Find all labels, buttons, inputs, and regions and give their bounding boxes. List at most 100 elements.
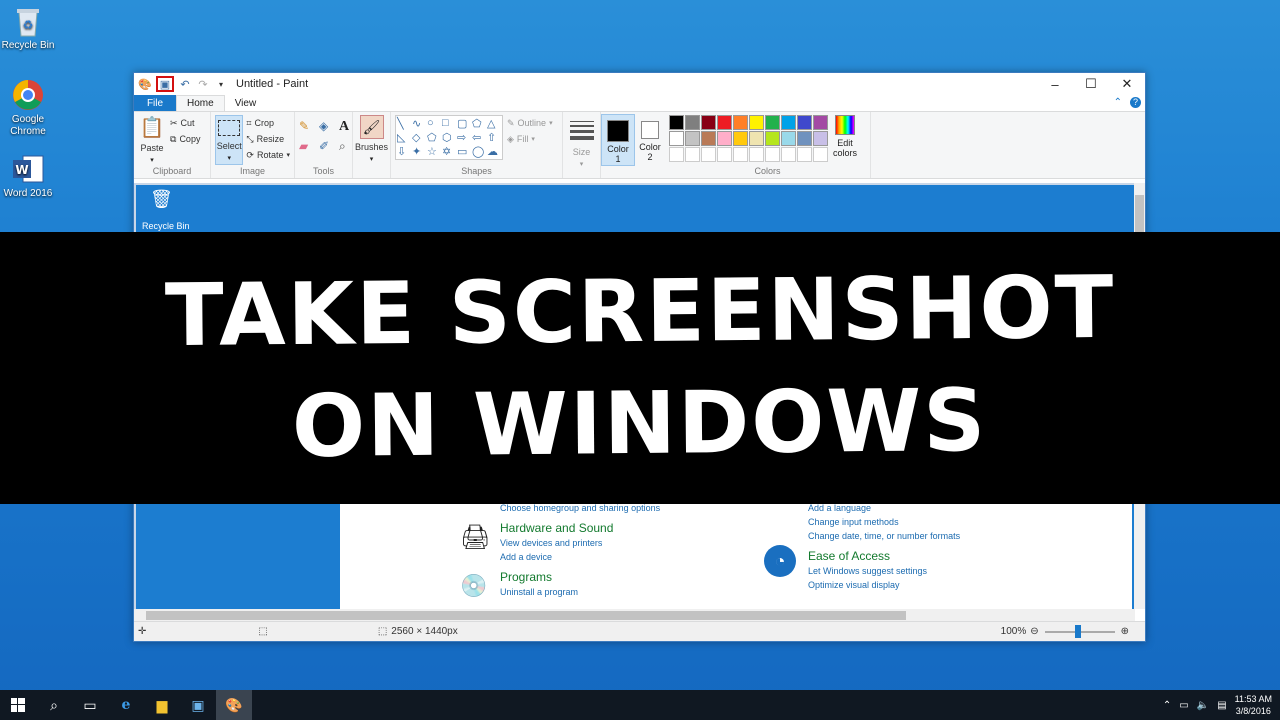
palette-swatch[interactable]: [749, 131, 764, 146]
desktop-icon-chrome[interactable]: Google Chrome: [0, 78, 56, 138]
zoom-out-button[interactable]: ⊖: [1030, 626, 1038, 637]
palette-swatch[interactable]: [669, 115, 684, 130]
maximize-button[interactable]: ☐: [1073, 73, 1109, 95]
palette-swatch[interactable]: [733, 115, 748, 130]
palette-swatch-custom[interactable]: [701, 147, 716, 162]
desktop-icon-word[interactable]: W Word 2016: [0, 152, 56, 200]
close-button[interactable]: ✕: [1109, 73, 1145, 95]
palette-swatch[interactable]: [717, 115, 732, 130]
zoom-in-button[interactable]: ⊕: [1121, 626, 1129, 637]
palette-swatch-custom[interactable]: [717, 147, 732, 162]
control-panel-icon[interactable]: ▣: [180, 690, 216, 720]
palette-swatch[interactable]: [813, 115, 828, 130]
palette-swatch-custom[interactable]: [797, 147, 812, 162]
outline-button[interactable]: ✎ Outline ▾: [507, 115, 553, 131]
network-icon[interactable]: ▭: [1179, 700, 1188, 711]
palette-swatch-custom[interactable]: [685, 147, 700, 162]
copy-button[interactable]: ⧉ Copy: [170, 131, 200, 147]
brushes-group[interactable]: 🖌 Brushes ▾: [353, 112, 391, 178]
palette-swatch[interactable]: [685, 131, 700, 146]
up-arrow-shape-icon[interactable]: ⇧: [487, 131, 501, 144]
curve-shape-icon[interactable]: ∿: [412, 117, 426, 130]
palette-swatch[interactable]: [781, 131, 796, 146]
right-arrow-shape-icon[interactable]: ⇨: [457, 131, 471, 144]
palette-swatch-custom[interactable]: [733, 147, 748, 162]
eraser-icon[interactable]: ▰: [299, 139, 315, 154]
rounded-rect-shape-icon[interactable]: ▢: [457, 117, 471, 130]
palette-swatch-custom[interactable]: [765, 147, 780, 162]
start-button[interactable]: [0, 690, 36, 720]
palette-swatch[interactable]: [781, 115, 796, 130]
paint-app-icon[interactable]: 🎨: [138, 77, 152, 91]
left-arrow-shape-icon[interactable]: ⇦: [472, 131, 486, 144]
oval-shape-icon[interactable]: ○: [427, 117, 441, 130]
zoom-slider-thumb[interactable]: [1074, 624, 1081, 638]
paste-button[interactable]: 📋 Paste ▾: [138, 115, 166, 164]
search-icon[interactable]: ⌕: [36, 690, 72, 720]
palette-swatch[interactable]: [797, 131, 812, 146]
callout-oval-shape-icon[interactable]: ◯: [472, 145, 486, 158]
edit-colors-button[interactable]: Edit colors: [832, 115, 858, 162]
fill-button[interactable]: ◈ Fill ▾: [507, 131, 553, 147]
tab-file[interactable]: File: [134, 95, 176, 111]
undo-icon[interactable]: ↶: [178, 77, 192, 91]
polygon-shape-icon[interactable]: ⬠: [472, 117, 486, 130]
help-icon[interactable]: ?: [1130, 97, 1141, 108]
palette-swatch[interactable]: [749, 115, 764, 130]
fill-bucket-icon[interactable]: ◈: [319, 119, 335, 135]
clock[interactable]: 11:53 AM 3/8/2016: [1235, 693, 1272, 717]
zoom-slider[interactable]: [1044, 624, 1115, 638]
size-group[interactable]: Size ▾: [563, 112, 601, 178]
save-icon[interactable]: ▣: [156, 76, 174, 92]
callout-cloud-shape-icon[interactable]: ☁: [487, 145, 501, 158]
paint-taskbar-icon[interactable]: 🎨: [216, 690, 252, 720]
palette-swatch-custom[interactable]: [813, 147, 828, 162]
palette-swatch[interactable]: [717, 131, 732, 146]
down-arrow-shape-icon[interactable]: ⇩: [397, 145, 411, 158]
cut-button[interactable]: ✂ Cut: [170, 115, 200, 131]
palette-swatch[interactable]: [733, 131, 748, 146]
action-center-icon[interactable]: ▤: [1217, 700, 1226, 711]
tab-view[interactable]: View: [225, 95, 267, 111]
edge-icon[interactable]: e: [108, 690, 144, 720]
palette-swatch[interactable]: [765, 131, 780, 146]
color1-button[interactable]: Color 1: [601, 114, 635, 166]
rotate-button[interactable]: ⟳ Rotate ▾: [246, 147, 290, 163]
hexagon-shape-icon[interactable]: ⬡: [442, 131, 456, 144]
chevron-up-icon[interactable]: ⌃: [1163, 700, 1171, 711]
hscroll-thumb[interactable]: [146, 611, 906, 620]
palette-swatch[interactable]: [685, 115, 700, 130]
six-star-shape-icon[interactable]: ✡: [442, 145, 456, 158]
triangle-shape-icon[interactable]: △: [487, 117, 501, 130]
palette-swatch-custom[interactable]: [669, 147, 684, 162]
crop-button[interactable]: ⌗ Crop: [246, 115, 290, 131]
task-view-icon[interactable]: ▭: [72, 690, 108, 720]
minimize-button[interactable]: –: [1037, 73, 1073, 95]
palette-swatch[interactable]: [813, 131, 828, 146]
right-triangle-shape-icon[interactable]: ◺: [397, 131, 411, 144]
palette-swatch[interactable]: [669, 131, 684, 146]
volume-icon[interactable]: 🔈: [1197, 700, 1209, 711]
line-shape-icon[interactable]: ╲: [397, 117, 411, 130]
tab-home[interactable]: Home: [176, 95, 225, 111]
pentagon-shape-icon[interactable]: ⬠: [427, 131, 441, 144]
file-explorer-icon[interactable]: ▆: [144, 690, 180, 720]
select-button[interactable]: Select ▾: [215, 115, 244, 165]
palette-swatch-custom[interactable]: [781, 147, 796, 162]
color2-button[interactable]: Color 2: [635, 112, 665, 178]
five-star-shape-icon[interactable]: ☆: [427, 145, 441, 158]
resize-button[interactable]: ⤡ Resize: [246, 131, 290, 147]
diamond-shape-icon[interactable]: ◇: [412, 131, 426, 144]
four-star-shape-icon[interactable]: ✦: [412, 145, 426, 158]
vscroll-thumb[interactable]: [1135, 195, 1144, 235]
palette-swatch[interactable]: [701, 115, 716, 130]
rectangle-shape-icon[interactable]: □: [442, 117, 456, 130]
palette-swatch[interactable]: [701, 131, 716, 146]
color-picker-icon[interactable]: ✐: [319, 139, 335, 154]
callout-rect-shape-icon[interactable]: ▭: [457, 145, 471, 158]
palette-swatch[interactable]: [797, 115, 812, 130]
customize-toolbar-icon[interactable]: ▾: [214, 77, 228, 91]
shapes-gallery[interactable]: ╲ ∿ ○ □ ▢ ⬠ △ ◺ ◇ ⬠ ⬡ ⇨ ⇦ ⇧ ⇩ ✦ ☆ ✡ ▭ ◯ ☁: [395, 115, 503, 160]
palette-swatch-custom[interactable]: [749, 147, 764, 162]
palette-swatch[interactable]: [765, 115, 780, 130]
